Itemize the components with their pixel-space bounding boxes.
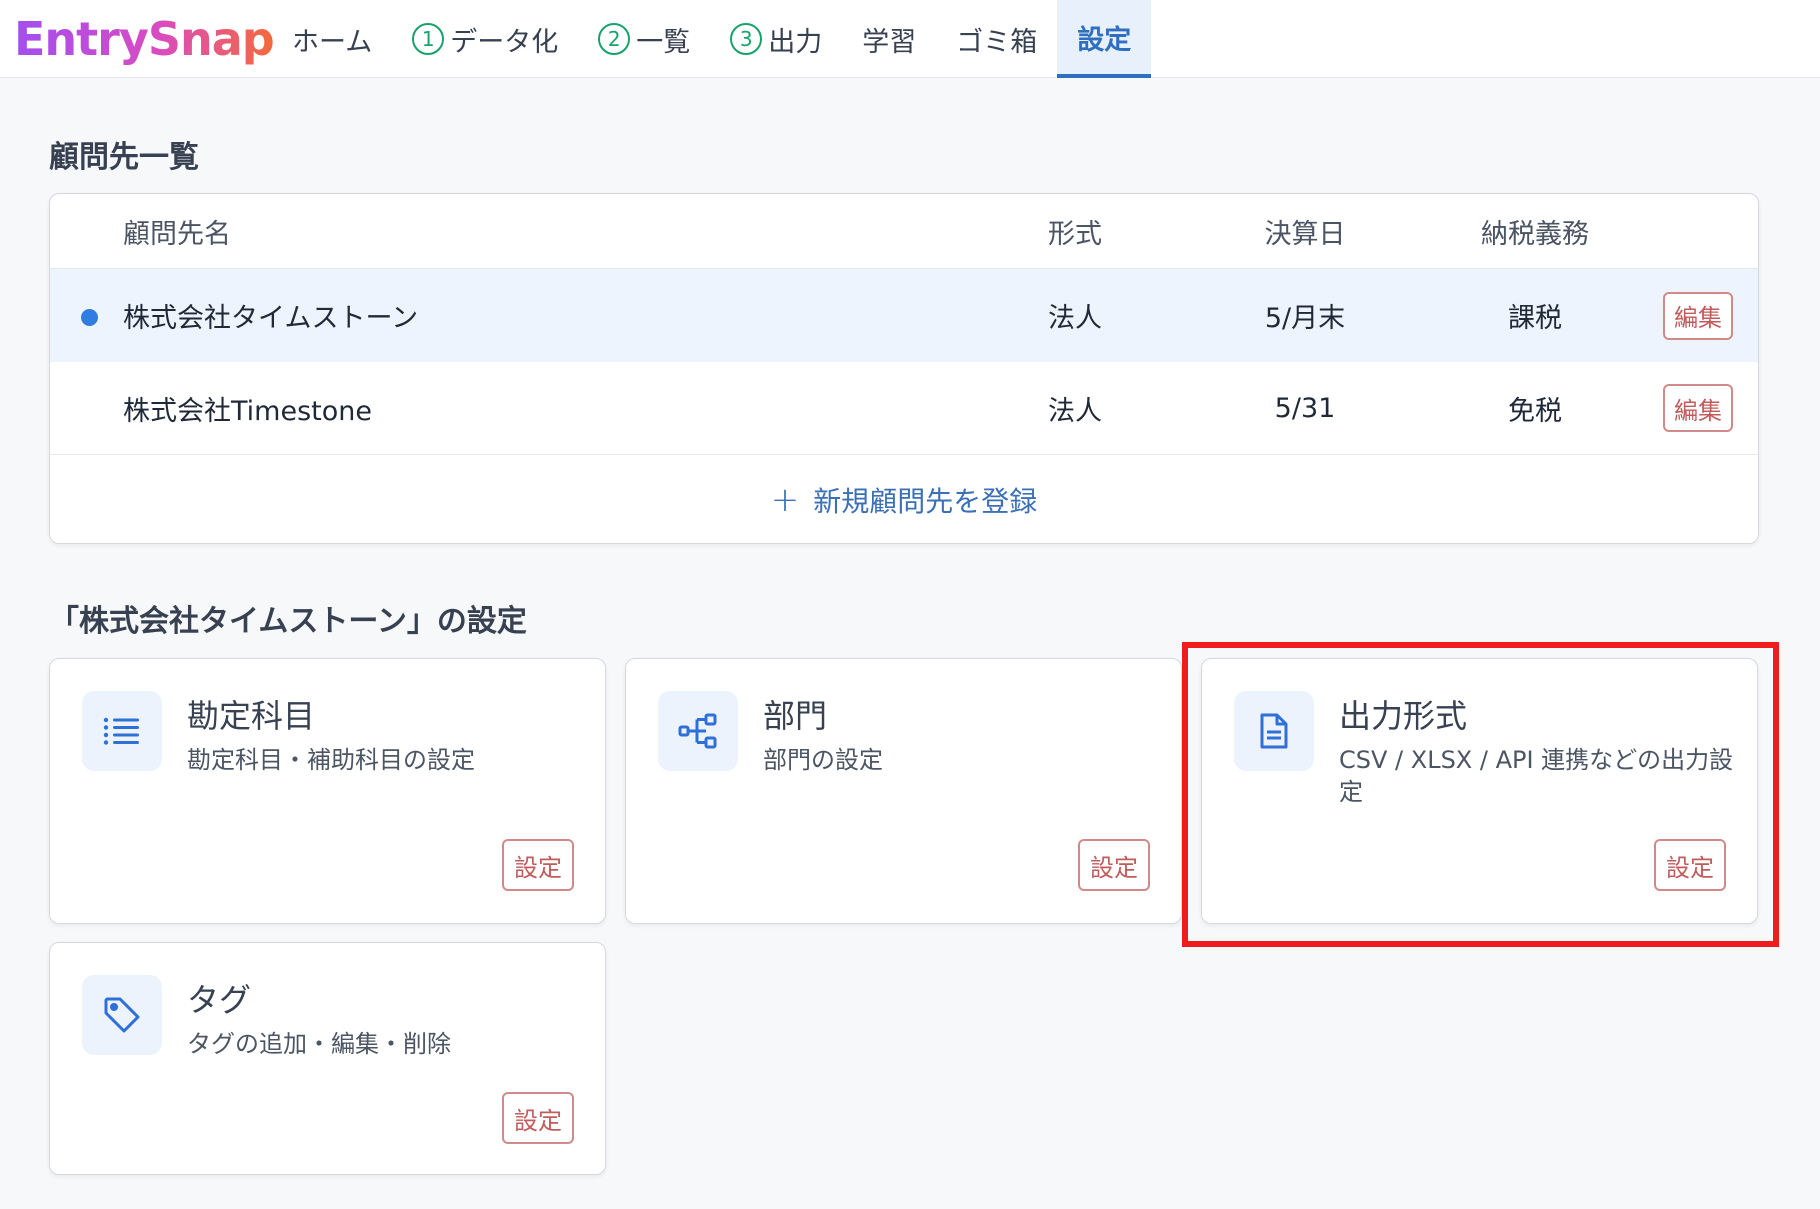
client-form: 法人 — [1048, 303, 1102, 334]
app-logo[interactable]: EntrySnap — [14, 12, 275, 66]
document-icon — [1234, 691, 1314, 771]
selected-indicator-icon — [81, 309, 98, 326]
card-description: タグの追加・編集・削除 — [187, 1030, 451, 1058]
client-name: 株式会社タイムストーン — [123, 303, 419, 334]
nav-home-label: ホーム — [292, 26, 373, 58]
add-client-row: + 新規顧問先を登録 — [50, 455, 1758, 543]
clients-table: 顧問先名 形式 決算日 納税義務 株式会社タイムストーン 法人 5/月末 課税 … — [49, 193, 1759, 544]
card-description: 部門の設定 — [763, 746, 883, 774]
nav-settings-label: 設定 — [1077, 24, 1132, 56]
nav-step3-label: 出力 — [768, 26, 823, 58]
add-client-label: 新規顧問先を登録 — [813, 485, 1038, 518]
plus-icon: + — [770, 480, 800, 520]
nav-step2-label: 一覧 — [636, 26, 691, 58]
header-closing-date: 決算日 — [1264, 218, 1346, 250]
tag-icon — [82, 975, 162, 1055]
add-client-button[interactable]: + 新規顧問先を登録 — [50, 455, 1758, 543]
top-navbar: EntrySnap ホーム 1 データ化 2 一覧 3 出力 学習 ゴミ箱 設定 — [0, 0, 1820, 78]
header-client-name: 顧問先名 — [123, 218, 231, 250]
step3-number-icon: 3 — [730, 23, 763, 55]
main-nav: ホーム 1 データ化 2 一覧 3 出力 学習 ゴミ箱 設定 — [272, 0, 1152, 78]
settings-card-output-format: 出力形式 CSV / XLSX / API 連携などの出力設定 設定 — [1201, 658, 1758, 924]
header-tax-obligation: 納税義務 — [1481, 218, 1589, 250]
nav-step3-output[interactable]: 3 出力 — [710, 0, 842, 78]
card-title: 出力形式 — [1339, 697, 1468, 735]
tags-settings-button[interactable]: 設定 — [502, 1092, 574, 1144]
client-closing-date: 5/31 — [1274, 392, 1336, 424]
output-format-settings-button[interactable]: 設定 — [1654, 839, 1726, 891]
edit-cell: 編集 — [1663, 362, 1733, 454]
card-title: 勘定科目 — [187, 697, 316, 735]
client-tax: 免税 — [1508, 395, 1562, 427]
settings-card-accounts: 勘定科目 勘定科目・補助科目の設定 設定 — [49, 658, 606, 924]
edit-cell: 編集 — [1663, 269, 1733, 362]
step1-number-icon: 1 — [412, 23, 445, 55]
card-title: タグ — [187, 981, 252, 1019]
edit-button[interactable]: 編集 — [1663, 384, 1733, 432]
card-description: 勘定科目・補助科目の設定 — [187, 746, 475, 774]
nav-trash[interactable]: ゴミ箱 — [936, 0, 1057, 78]
settings-card-departments: 部門 部門の設定 設定 — [625, 658, 1182, 924]
edit-button[interactable]: 編集 — [1663, 291, 1733, 340]
nav-step1-digitize[interactable]: 1 データ化 — [392, 0, 578, 78]
table-row[interactable]: 株式会社タイムストーン 法人 5/月末 課税 編集 — [50, 269, 1758, 362]
client-closing-date: 5/月末 — [1264, 303, 1346, 334]
header-form: 形式 — [1048, 218, 1102, 250]
nav-learn[interactable]: 学習 — [842, 0, 936, 78]
org-chart-icon — [658, 691, 738, 771]
table-row[interactable]: 株式会社Timestone 法人 5/31 免税 編集 — [50, 362, 1758, 455]
card-description: CSV / XLSX / API 連携などの出力設定 — [1339, 746, 1734, 806]
step2-number-icon: 2 — [598, 23, 631, 55]
nav-learn-label: 学習 — [862, 26, 917, 58]
nav-step1-label: データ化 — [450, 26, 559, 58]
client-tax: 課税 — [1508, 303, 1562, 334]
accounts-settings-button[interactable]: 設定 — [502, 839, 574, 891]
client-form: 法人 — [1048, 395, 1102, 427]
departments-settings-button[interactable]: 設定 — [1078, 839, 1150, 891]
list-icon — [82, 691, 162, 771]
nav-home[interactable]: ホーム — [272, 0, 392, 78]
settings-section-title: 「株式会社タイムストーン」の設定 — [49, 604, 527, 639]
nav-trash-label: ゴミ箱 — [956, 26, 1038, 58]
card-title: 部門 — [763, 697, 828, 735]
settings-card-tags: タグ タグの追加・編集・削除 設定 — [49, 942, 606, 1175]
nav-step2-list[interactable]: 2 一覧 — [578, 0, 710, 78]
nav-settings[interactable]: 設定 — [1057, 0, 1152, 78]
table-header: 顧問先名 形式 決算日 納税義務 — [50, 194, 1758, 269]
client-name: 株式会社Timestone — [123, 395, 372, 427]
clients-section-title: 顧問先一覧 — [49, 140, 199, 175]
